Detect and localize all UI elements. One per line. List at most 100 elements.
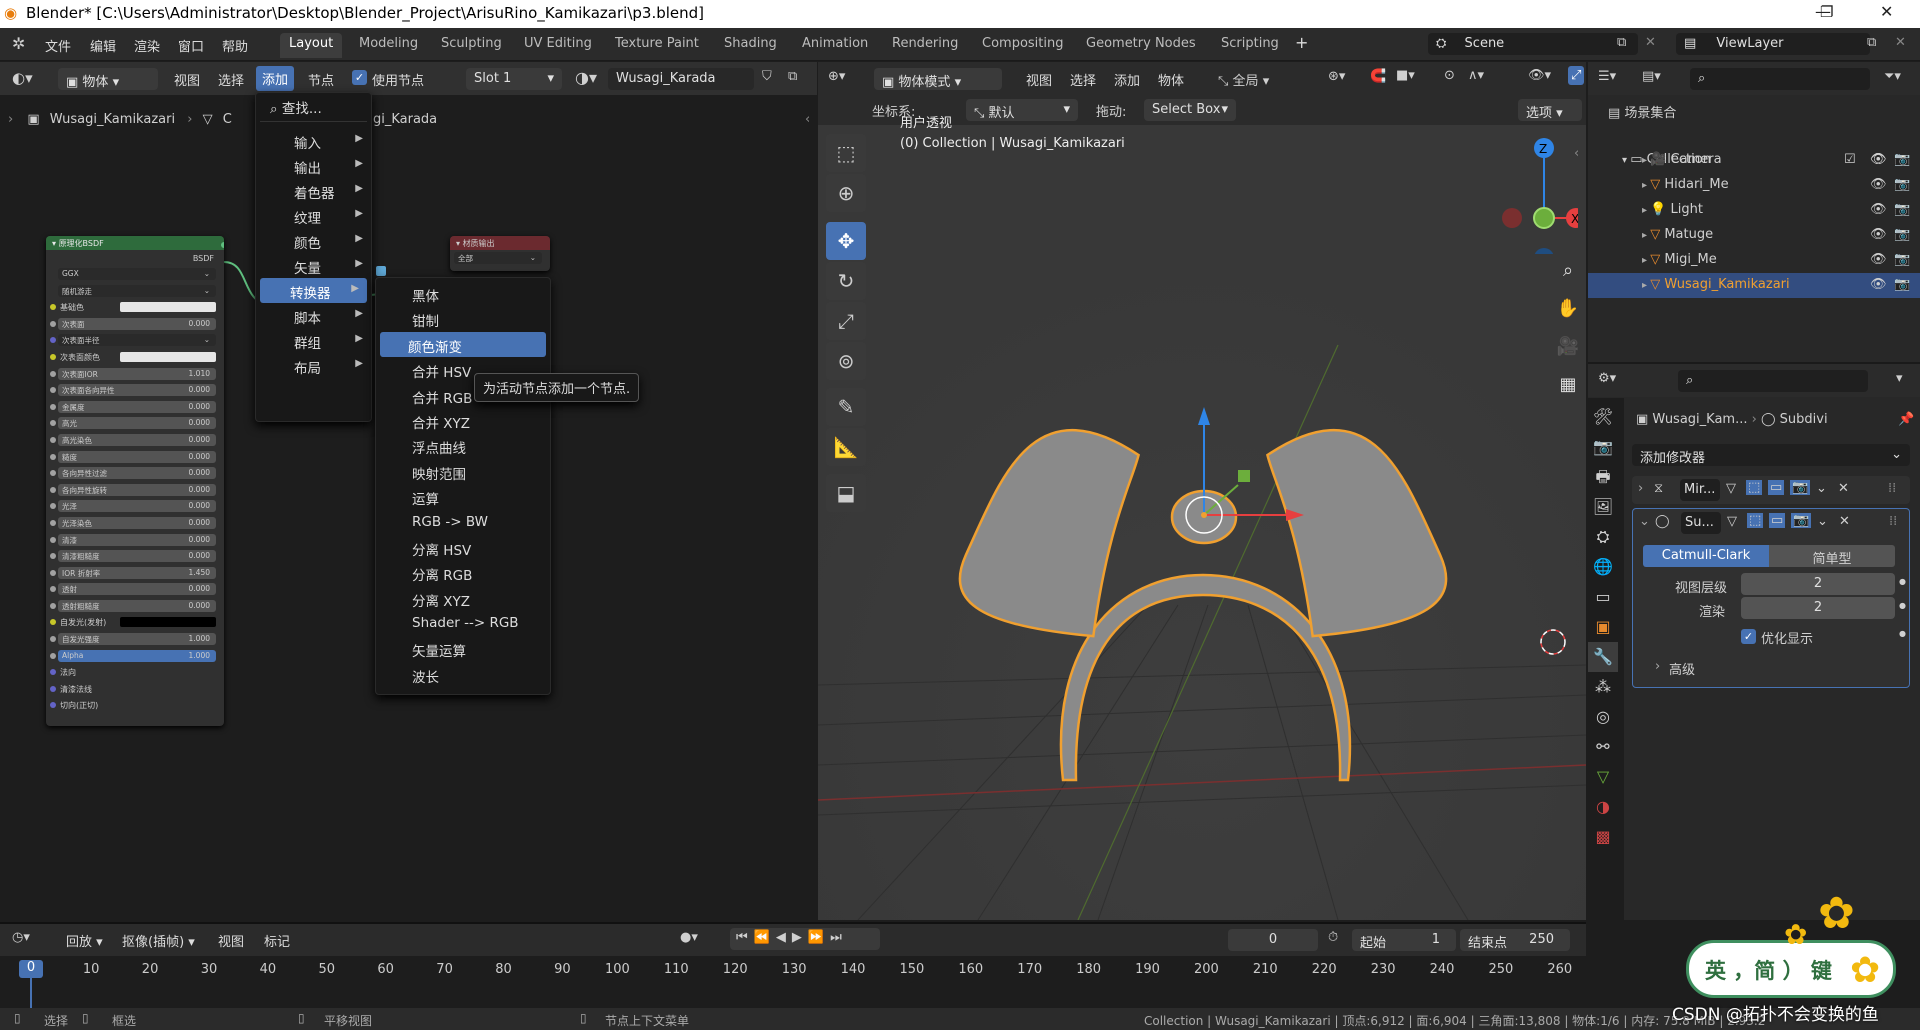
drag-handle-icon[interactable]: ⁞⁞ [1888,481,1896,496]
tab-geometry-nodes[interactable]: Geometry Nodes [1077,33,1205,58]
modifier-tab-icon[interactable]: 🔧 [1588,642,1618,672]
drag-dropdown[interactable]: Select Box ▾ [1144,99,1236,121]
particles-tab-icon[interactable]: ⁂ [1588,672,1618,702]
snap-icon[interactable]: 🧲 [1370,69,1386,84]
converter-menu-item[interactable]: 映射范围 [376,459,550,484]
data-tab-icon[interactable]: ▽ [1588,762,1618,792]
converter-menu-item[interactable]: 矢量运算 [376,636,550,661]
converter-menu-item[interactable]: 分离 RGB [376,560,550,585]
material-sphere-icon[interactable]: ◑▾ [575,68,597,87]
node-editor[interactable]: ◐▾ ▣ 物体 ▾ 视图 选择 添加 节点 ✓ 使用节点 Slot 1 ▾ ◑▾ … [0,62,817,920]
material-output-node[interactable]: ▾ 材质输出 全部 ⌄ [450,236,550,271]
viewport-menu-view[interactable]: 视图 [1026,70,1052,89]
color-swatch[interactable] [120,351,216,362]
input-socket[interactable] [50,436,56,443]
tab-catmull-clark[interactable]: Catmull-Clark [1643,545,1769,567]
annotate-tool[interactable]: ✎ [826,388,866,426]
timeline-menu-keying[interactable]: 抠像(插帧) ▾ [122,931,195,950]
advanced-label[interactable]: 高级 [1669,659,1695,678]
color-swatch[interactable] [120,302,216,313]
expand-icon[interactable]: ▸ [1642,155,1650,166]
ortho-toggle-icon[interactable]: ▦ [1553,370,1583,400]
input-socket[interactable] [50,470,56,477]
eye-icon[interactable]: 👁 [1870,252,1887,267]
bsdf-value-field[interactable]: Alpha 1.000 [58,649,216,662]
tab-texture-paint[interactable]: Texture Paint [606,33,708,58]
add-menu-item[interactable]: 着色器 ▶ [256,178,371,203]
input-socket[interactable] [50,652,56,659]
close-icon[interactable]: ✕ [1880,2,1893,21]
node-menu-select[interactable]: 选择 [218,70,244,89]
edit-cage-icon[interactable]: ▽ [1726,481,1736,496]
eye-icon[interactable]: 👁 [1870,227,1887,242]
node-menu-add[interactable]: 添加 [256,66,295,91]
scene-collection-row[interactable]: ▤ 场景集合 [1588,98,1920,123]
bsdf-value-field[interactable]: 清漆粗糙度 0.000 [58,550,216,563]
eye-icon[interactable]: 👁 [1870,177,1887,192]
gizmo-toggle-icon[interactable]: ⤢ [1568,66,1585,85]
world-tab-icon[interactable]: 🌐 [1588,552,1618,582]
expand-icon[interactable]: ▸ [1642,230,1650,241]
bsdf-value-field[interactable]: 透射 0.000 [58,583,216,596]
converter-menu-item[interactable]: 分离 XYZ [376,586,550,611]
converter-menu-item[interactable]: RGB -> BW [376,510,550,535]
input-socket[interactable] [50,337,56,344]
menu-help[interactable]: 帮助 [222,36,248,55]
current-frame-field[interactable]: 0 [1228,929,1318,951]
dropdown-icon[interactable]: ⌄ [1816,481,1827,496]
outliner-item[interactable]: ▸ 💡 Light 👁 📷 [1588,198,1920,223]
shader-type-dropdown[interactable]: ▣ 物体 ▾ [58,68,158,90]
end-frame-field[interactable]: 结束点 250 [1460,929,1570,951]
advanced-expand-icon[interactable]: › [1655,659,1660,674]
measure-tool[interactable]: 📐 [826,428,866,466]
scene-tab-icon[interactable]: ⛭ [1588,522,1618,552]
render-tab-icon[interactable]: 📷 [1588,432,1618,462]
input-socket[interactable] [50,669,56,676]
blender-menu-icon[interactable]: ✲ [12,34,25,53]
menu-window[interactable]: 窗口 [178,36,204,55]
bsdf-input-row[interactable]: 自发光(发射) [46,614,224,631]
jump-end-icon[interactable]: ⏭ [830,930,848,945]
outliner-search[interactable]: ⌕ [1690,68,1870,90]
add-menu-item[interactable]: 布局 ▶ [256,353,371,378]
bsdf-value-field[interactable]: 各向异性过滤 0.000 [58,467,216,480]
scale-tool[interactable]: ⤢ [826,302,866,340]
render-icon[interactable]: 📷 [1791,513,1812,528]
eye-icon[interactable]: 👁 [1870,202,1887,217]
drag-handle-icon[interactable]: ⁞⁞ [1889,514,1897,529]
bsdf-input-row[interactable]: 次表面半径 ⌄ [46,332,224,349]
bsdf-input-row[interactable]: 法向 [46,664,224,681]
expand-icon[interactable]: ▸ [1642,205,1650,216]
slot-dropdown[interactable]: Slot 1 ▾ [466,68,562,90]
input-socket[interactable] [50,586,56,593]
bsdf-value-field[interactable]: 金属度 0.000 [58,400,216,413]
bsdf-value-field[interactable]: 糙度 0.000 [58,450,216,463]
constraints-tab-icon[interactable]: ⚯ [1588,732,1618,762]
add-menu-item[interactable]: 群组 ▶ [256,328,371,353]
bsdf-input-row[interactable]: 清漆法线 [46,681,224,698]
copy-material-icon[interactable]: ⧉ [788,69,797,84]
bsdf-value-field[interactable]: 次表面IOR 1.010 [58,367,216,380]
visibility-icon[interactable]: 👁▾ [1528,68,1551,83]
bsdf-input-row[interactable]: 高光染色 0.000 [46,432,224,449]
bsdf-input-row[interactable]: 基础色 [46,299,224,316]
bsdf-input-row[interactable]: 金属度 0.000 [46,399,224,416]
display-mode-icon[interactable]: ▤▾ [1642,69,1661,84]
modifier-subdivision[interactable]: ⌄ ◯ Su... ▽ ⬚ ▭ 📷 ⌄ ✕ ⁞⁞ Catmull-Clark 简… [1632,508,1910,688]
pan-hand-icon[interactable]: ✋ [1553,294,1583,324]
viewport-editor-type-icon[interactable]: ⊕▾ [828,69,845,84]
camera-icon[interactable]: 📷 [1894,227,1910,242]
edit-mode-icon[interactable]: ⬚ [1747,513,1764,528]
bsdf-value-field[interactable]: 高光 0.000 [58,417,216,430]
pivot-icon[interactable]: ⊛▾ [1328,69,1345,84]
tab-sculpting[interactable]: Sculpting [432,33,511,58]
input-socket[interactable] [50,304,56,311]
material-tab-icon[interactable]: ◑ [1588,792,1618,822]
collapse-icon[interactable]: ⌄ [1639,514,1650,529]
pin-icon[interactable]: 📌 [1898,412,1914,427]
jump-start-icon[interactable]: ⏮ [736,930,754,945]
timeline-menu-playback[interactable]: 回放 ▾ [66,931,103,950]
bsdf-input-row[interactable]: 透射 0.000 [46,581,224,598]
input-socket[interactable] [50,619,56,626]
play-icon[interactable]: ▶ [792,930,808,945]
